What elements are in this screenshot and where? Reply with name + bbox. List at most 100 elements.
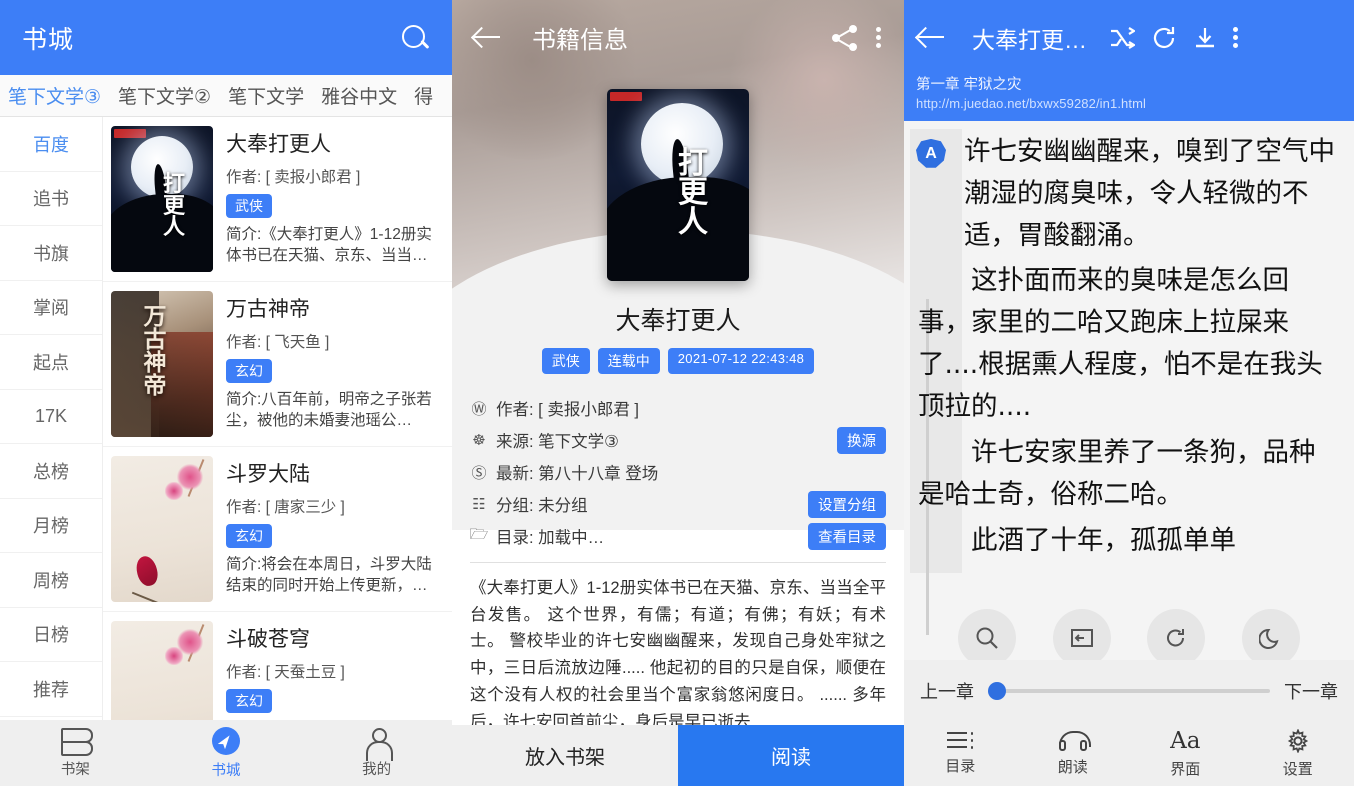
source-tab-bar[interactable]: 笔下文学③ 笔下文学② 笔下文学 雅谷中文 得 [0,75,452,117]
nav-item-bookstore[interactable]: 书城 [151,726,302,780]
screen-flip-icon[interactable] [1052,609,1111,667]
bookstore-body: 百度 追书 书旗 掌阅 起点 17K 总榜 月榜 周榜 日榜 推荐 打更人 大奉… [0,117,452,720]
chapter-seek-row: 上一章 下一章 [904,660,1354,722]
genre-tag: 玄幻 [226,689,272,713]
reader-paragraph: 这扑面而来的臭味是怎么回事，家里的二哈又跑床上拉屎来了....根据熏人程度，怕不… [918,265,1323,423]
book-info: 大奉打更人 作者: [ 卖报小郎君 ] 武侠 简介:《大奉打更人》1-12册实体… [226,126,442,272]
more-vertical-icon[interactable] [876,25,882,51]
book-list[interactable]: 打更人 大奉打更人 作者: [ 卖报小郎君 ] 武侠 简介:《大奉打更人》1-1… [103,117,452,720]
book-description: 简介:将会在本周日，斗罗大陆结束的同时开始上传更新，… [226,556,432,594]
sidebar-item-total-rank[interactable]: 总榜 [0,444,102,499]
nav-item-profile[interactable]: 我的 [301,727,452,779]
share-icon[interactable] [832,24,858,51]
sidebar-item-shuqi[interactable]: 书旗 [0,226,102,281]
book-badges: 武侠 连载中 2021-07-12 22:43:48 [452,348,904,374]
folder-icon: 🗁 [469,525,489,543]
tab-source-3[interactable]: 雅谷中文 [321,82,397,109]
prev-chapter-button[interactable]: 上一章 [920,678,974,704]
bookstore-panel: 书城 笔下文学③ 笔下文学② 笔下文学 雅谷中文 得 百度 追书 书旗 掌阅 起… [0,0,452,786]
chapter-url: http://m.juedao.net/bxwx59282/in1.html [916,96,1146,112]
meta-label: 分组: 未分组 [496,497,588,515]
night-mode-icon[interactable] [1241,609,1300,667]
cover-title-art: 打更人 [162,171,185,241]
meta-label: 最新: 第八十八章 登场 [496,465,659,483]
book-cover: 打更人 [111,126,213,272]
search-icon[interactable] [958,609,1017,667]
back-arrow-icon[interactable] [474,26,502,50]
next-chapter-button[interactable]: 下一章 [1284,678,1338,704]
bud-shape [133,554,161,588]
tab-source-2[interactable]: 笔下文学 [228,82,304,109]
branch-shape [131,591,165,602]
list-item[interactable]: 斗破苍穹 作者: [ 天蚕土豆 ] 玄幻 [103,612,452,720]
nav-item-bookshelf[interactable]: 书架 [0,727,151,779]
book-author: 作者: [ 唐家三少 ] [226,499,345,516]
genre-tag: 武侠 [226,194,272,218]
font-size-icon: Aa [1170,727,1201,754]
tab-source-0[interactable]: 笔下文学③ [8,82,101,109]
meta-label: 来源: 笔下文学③ [496,433,619,451]
category-sidebar[interactable]: 百度 追书 书旗 掌阅 起点 17K 总榜 月榜 周榜 日榜 推荐 [0,117,103,720]
sidebar-item-day-rank[interactable]: 日榜 [0,608,102,662]
book-author: 作者: [ 飞天鱼 ] [226,334,330,351]
meta-row-source: ☸ 来源: 笔下文学③ 换源 [470,424,886,456]
book-info: 斗罗大陆 作者: [ 唐家三少 ] 玄幻 简介:将会在本周日，斗罗大陆结束的同时… [226,456,442,602]
slider-thumb[interactable] [988,682,1006,700]
blossom-shape [165,482,183,500]
back-arrow-icon[interactable] [918,26,946,50]
change-source-button[interactable]: 换源 [837,426,886,454]
sidebar-item-zhangyue[interactable]: 掌阅 [0,281,102,335]
tool-settings[interactable]: 设置 [1242,722,1354,786]
auto-read-icon[interactable] [1147,609,1206,667]
sidebar-item-17k[interactable]: 17K [0,390,102,444]
sidebar-item-baidu[interactable]: 百度 [0,117,102,172]
reader-content[interactable]: A 许七安幽幽醒来，嗅到了空气中潮湿的腐臭味，令人轻微的不适，胃酸翻涌。 这扑面… [904,120,1354,686]
genre-tag: 玄幻 [226,359,272,383]
latest-icon: Ⓢ [471,464,487,482]
sidebar-item-recommend[interactable]: 推荐 [0,662,102,717]
tool-catalog[interactable]: 目录 [904,722,1017,786]
tool-label: 目录 [945,758,976,775]
blossom-shape [165,647,183,665]
reader-header: 大奉打更… [904,0,1354,75]
sidebar-item-month-rank[interactable]: 月榜 [0,499,102,553]
book-cover [111,621,213,720]
read-button[interactable]: 阅读 [678,725,904,786]
tab-source-1[interactable]: 笔下文学② [118,82,211,109]
meta-row-group: ☷ 分组: 未分组 设置分组 [470,488,886,520]
bookstore-header: 书城 [0,0,452,75]
set-group-button[interactable]: 设置分组 [808,490,886,518]
meta-label: 作者: [ 卖报小郎君 ] [496,401,640,419]
search-icon[interactable] [400,23,430,53]
view-catalog-button[interactable]: 查看目录 [808,522,886,550]
chapter-progress-slider[interactable] [988,682,1270,700]
person-icon [364,727,393,761]
list-item[interactable]: 万古神帝 万古神帝 作者: [ 飞天鱼 ] 玄幻 简介:八百年前，明帝之子张若尘… [103,282,452,447]
tool-read-aloud[interactable]: 朗读 [1017,722,1130,786]
cover-label [114,129,146,138]
list-item[interactable]: 打更人 大奉打更人 作者: [ 卖报小郎君 ] 武侠 简介:《大奉打更人》1-1… [103,117,452,282]
tab-source-4[interactable]: 得 [414,82,433,109]
add-to-shelf-button[interactable]: 放入书架 [452,725,678,786]
book-title: 斗破苍穹 [226,628,310,651]
book-cover: 万古神帝 [111,291,213,437]
cover-title-art: 万古神帝 [143,303,167,399]
list-item[interactable]: 斗罗大陆 作者: [ 唐家三少 ] 玄幻 简介:将会在本周日，斗罗大陆结束的同时… [103,447,452,612]
sidebar-item-week-rank[interactable]: 周榜 [0,553,102,608]
headphone-icon [1058,731,1091,751]
sidebar-item-qidian[interactable]: 起点 [0,335,102,390]
shuffle-icon[interactable] [1109,26,1135,50]
bottom-navigation[interactable]: 书架 书城 我的 [0,720,452,786]
genre-tag: 玄幻 [226,524,272,548]
book-author: 作者: [ 卖报小郎君 ] [226,169,361,186]
book-description: 简介:《大奉打更人》1-12册实体书已在天猫、京东、当当… [226,226,432,264]
refresh-icon[interactable] [1151,25,1177,51]
meta-row-author: Ⓦ 作者: [ 卖报小郎君 ] [470,392,886,424]
more-vertical-icon[interactable] [1233,25,1239,51]
book-cover-large[interactable]: 打更人 [607,89,749,281]
download-icon[interactable] [1193,25,1217,51]
updated-time-badge: 2021-07-12 22:43:48 [667,348,815,374]
tool-interface[interactable]: Aa 界面 [1129,722,1242,786]
book-metadata: Ⓦ 作者: [ 卖报小郎君 ] ☸ 来源: 笔下文学③ 换源 Ⓢ 最新: 第八十… [452,374,904,552]
sidebar-item-zhuishu[interactable]: 追书 [0,172,102,226]
